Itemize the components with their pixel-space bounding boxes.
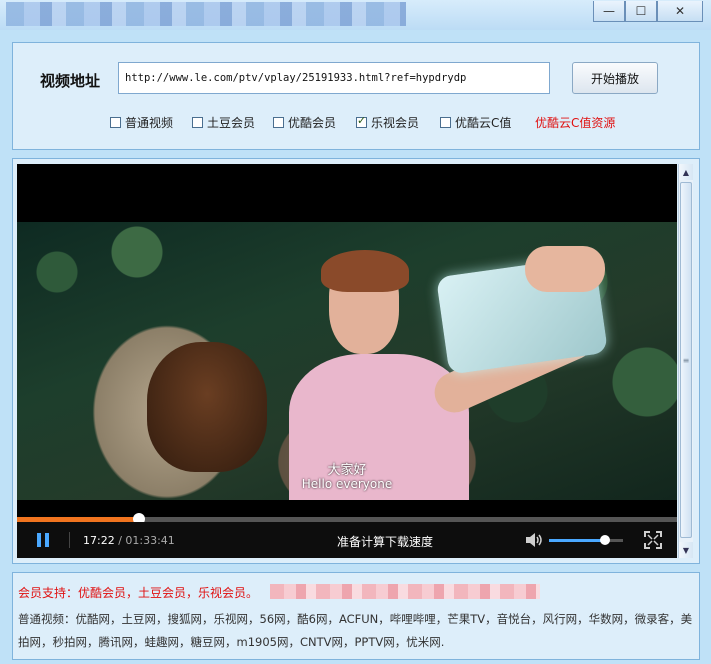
minimize-button[interactable]: —	[593, 1, 625, 22]
pause-icon[interactable]	[37, 533, 51, 547]
option-label: 优酷会员	[288, 116, 337, 130]
close-button[interactable]: ✕	[657, 1, 703, 22]
window-controls: — ☐ ✕	[593, 1, 703, 22]
person-hair	[321, 250, 409, 292]
url-panel	[12, 42, 700, 150]
scroll-up-icon[interactable]: ▲	[679, 164, 693, 180]
status-text: 准备计算下载速度	[337, 535, 434, 549]
option-youku-cloud[interactable]: 优酷云C值	[440, 114, 511, 131]
title-bar: — ☐ ✕	[0, 0, 711, 30]
supported-sites-text: 普通视频：优酷网，土豆网，搜狐网，乐视网，56网，酷6网，ACFUN，哔哩哔哩，…	[18, 612, 693, 649]
option-label: 土豆会员	[207, 116, 256, 130]
current-time: 17:22	[83, 534, 115, 547]
option-label: 优酷云C值	[455, 116, 512, 130]
video-player[interactable]: 大家好 Hello everyone 17:22 / 01:33:41 准备计算…	[17, 164, 677, 558]
volume-handle[interactable]	[599, 535, 610, 545]
control-bar: 17:22 / 01:33:41 准备计算下载速度	[17, 522, 677, 558]
llama-figure	[147, 342, 267, 472]
option-normal-video[interactable]: 普通视频	[110, 114, 173, 131]
fullscreen-icon[interactable]	[644, 531, 662, 549]
total-time: / 01:33:41	[118, 534, 175, 547]
option-tudou-member[interactable]: 土豆会员	[192, 114, 255, 131]
volume-slider[interactable]	[549, 535, 623, 545]
volume-level	[549, 539, 605, 542]
checkbox-checked[interactable]	[356, 114, 367, 128]
window-title-blurred	[6, 2, 406, 26]
maximize-button[interactable]: ☐	[625, 1, 657, 22]
person-hand	[525, 246, 605, 292]
subtitle-chinese: 大家好	[327, 463, 367, 478]
checkbox[interactable]	[273, 117, 284, 128]
scroll-thumb[interactable]: ≡	[680, 182, 692, 538]
scroll-down-icon[interactable]: ▼	[679, 542, 693, 558]
start-play-button[interactable]: 开始播放	[572, 62, 658, 94]
time-display: 17:22 / 01:33:41	[83, 534, 175, 547]
option-letv-member[interactable]: 乐视会员	[356, 114, 419, 131]
url-label: 视频地址	[40, 72, 101, 90]
checkbox[interactable]	[110, 117, 121, 128]
checkbox[interactable]	[440, 117, 451, 128]
subtitle-english: Hello everyone	[301, 477, 393, 491]
option-label: 乐视会员	[371, 116, 420, 130]
checkbox[interactable]	[192, 117, 203, 128]
vertical-scrollbar[interactable]: ▲ ≡ ▼	[678, 164, 693, 558]
divider	[69, 532, 70, 548]
blurred-text	[270, 584, 540, 599]
option-label: 普通视频	[125, 116, 174, 130]
url-input[interactable]	[118, 62, 550, 94]
option-youku-member[interactable]: 优酷会员	[273, 114, 336, 131]
volume-icon[interactable]	[525, 532, 543, 548]
member-support-text: 会员支持：优酷会员，土豆会员，乐视会员。	[18, 586, 259, 600]
youku-cloud-resource-link[interactable]: 优酷云C值资源	[535, 114, 615, 131]
